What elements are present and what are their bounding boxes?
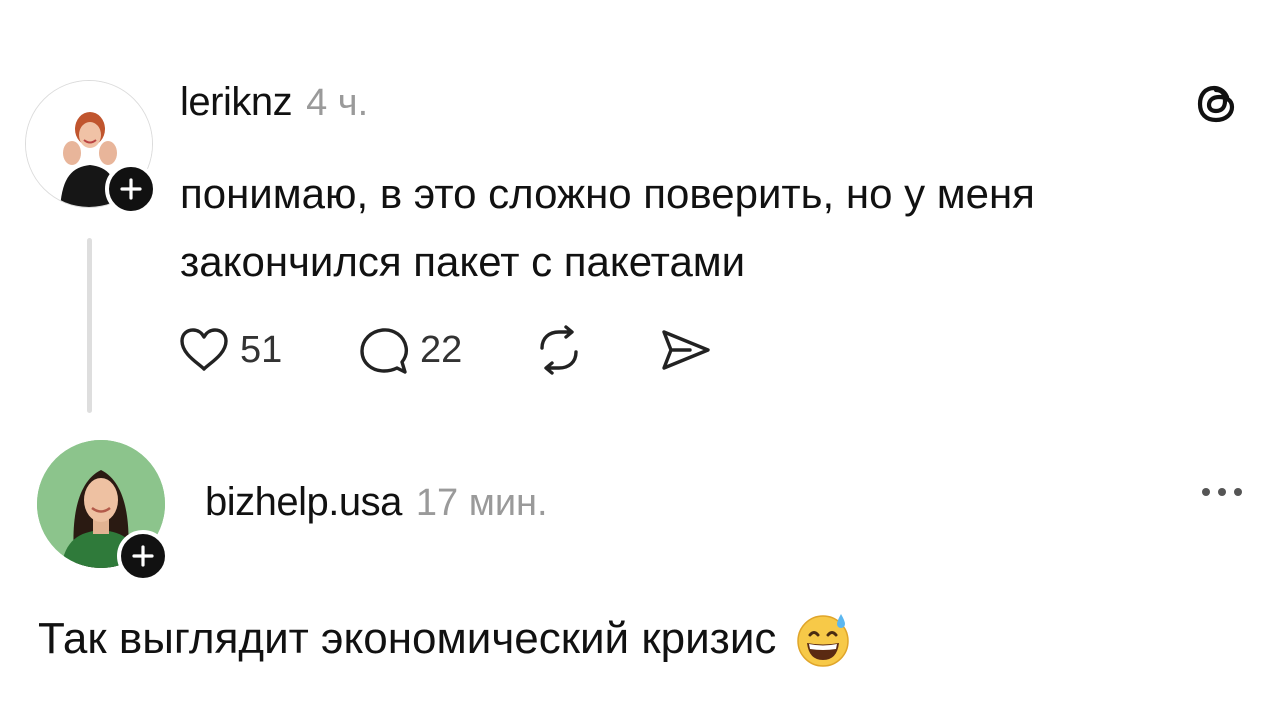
username[interactable]: leriknz — [180, 80, 293, 125]
follow-button-leriknz[interactable] — [105, 163, 157, 215]
like-button[interactable]: 51 — [178, 326, 298, 374]
plus-icon — [132, 545, 154, 567]
screenshot-page: leriknz 4 ч. понимаю, в это сложно повер… — [0, 0, 1280, 703]
post-header-leriknz: leriknz 4 ч. — [180, 80, 368, 128]
post-text: Так выглядит экономический кризис — [38, 614, 777, 663]
thread-line — [87, 238, 92, 413]
grinning-face-with-sweat-emoji — [797, 614, 850, 667]
repost-button[interactable] — [533, 324, 658, 376]
send-icon — [662, 330, 710, 370]
comment-count: 22 — [420, 328, 463, 371]
timestamp: 17 мин. — [415, 482, 548, 524]
post-text: понимаю, в это сложно поверить, но у мен… — [180, 170, 1035, 285]
repost-icon — [540, 325, 578, 375]
follow-button-bizhelp-usa[interactable] — [117, 530, 169, 582]
share-button[interactable] — [658, 326, 712, 374]
like-count: 51 — [240, 328, 283, 371]
more-dots-icon[interactable] — [1202, 488, 1242, 496]
post-actions: 51 22 — [178, 322, 712, 378]
username[interactable]: bizhelp.usa — [205, 480, 402, 525]
heart-icon — [180, 328, 228, 371]
comment-button[interactable]: 22 — [358, 324, 543, 376]
comment-icon — [360, 328, 409, 374]
threads-logo-icon[interactable] — [1194, 80, 1242, 128]
post-header-bizhelp-usa: bizhelp.usa 17 мин. — [205, 480, 548, 525]
plus-icon — [120, 178, 142, 200]
post-text-bizhelp: Так выглядит экономический кризис — [38, 605, 852, 673]
timestamp: 4 ч. — [306, 82, 369, 124]
